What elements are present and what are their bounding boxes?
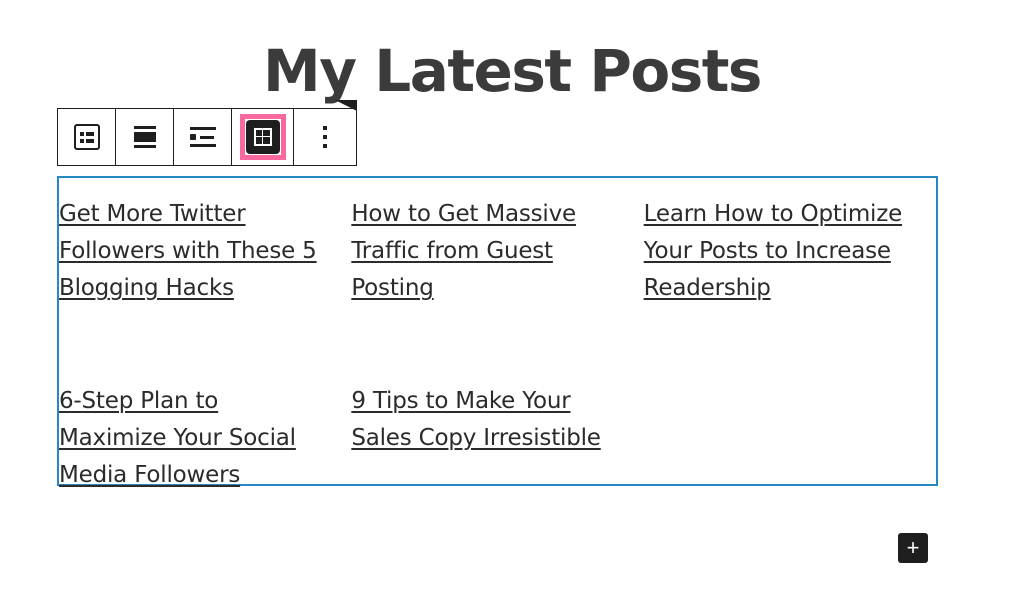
- more-options-icon: [323, 126, 327, 148]
- toolbar-corner-marker: [335, 100, 357, 111]
- posts-grid: Get More Twitter Followers with These 5 …: [59, 192, 936, 494]
- toolbar-button-more-options[interactable]: [294, 109, 356, 165]
- post-cell-empty: [644, 307, 936, 494]
- post-link[interactable]: 6-Step Plan to Maximize Your Social Medi…: [59, 388, 296, 488]
- grid-view-icon: [245, 120, 280, 154]
- post-link[interactable]: Learn How to Optimize Your Posts to Incr…: [644, 201, 903, 301]
- toolbar-button-grid-view[interactable]: [232, 109, 294, 165]
- post-link[interactable]: Get More Twitter Followers with These 5 …: [59, 201, 317, 301]
- post-cell: 9 Tips to Make Your Sales Copy Irresisti…: [351, 307, 643, 494]
- list-view-icon: [189, 125, 216, 149]
- toolbar-button-block-type[interactable]: [58, 109, 116, 165]
- align-center-icon: [132, 125, 158, 149]
- latest-posts-block-icon: [73, 124, 100, 150]
- add-block-button[interactable]: +: [898, 533, 928, 563]
- toolbar-button-align[interactable]: [116, 109, 174, 165]
- toolbar-button-list-view[interactable]: [174, 109, 232, 165]
- page-title: My Latest Posts: [263, 37, 762, 105]
- plus-icon: +: [906, 535, 920, 560]
- post-link[interactable]: How to Get Massive Traffic from Guest Po…: [351, 201, 576, 301]
- post-cell: Learn How to Optimize Your Posts to Incr…: [644, 192, 936, 307]
- post-cell: Get More Twitter Followers with These 5 …: [59, 192, 351, 307]
- block-toolbar: [57, 100, 357, 166]
- latest-posts-block[interactable]: Get More Twitter Followers with These 5 …: [57, 176, 938, 488]
- post-cell: How to Get Massive Traffic from Guest Po…: [351, 192, 643, 307]
- post-link[interactable]: 9 Tips to Make Your Sales Copy Irresisti…: [351, 388, 601, 451]
- post-cell: 6-Step Plan to Maximize Your Social Medi…: [59, 307, 351, 494]
- grid-view-focus-ring: [239, 114, 286, 160]
